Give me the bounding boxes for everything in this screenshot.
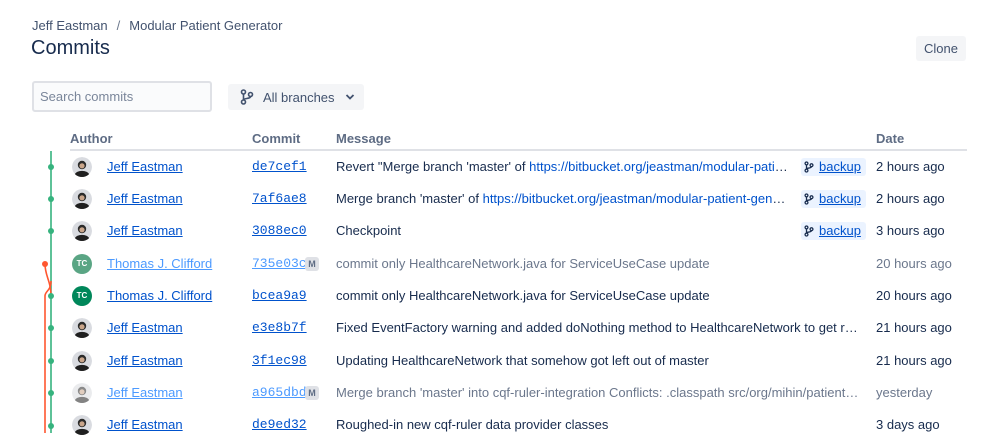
breadcrumb: Jeff Eastman / Modular Patient Generator bbox=[32, 18, 282, 33]
commit-message: commit only HealthcareNetwork.java for S… bbox=[336, 248, 859, 280]
commit-hash-link[interactable]: de9ed32 bbox=[252, 409, 307, 441]
message-url-link[interactable]: https://bitbucket.org/jeastman/modular-p… bbox=[483, 191, 791, 206]
breadcrumb-separator: / bbox=[116, 18, 121, 33]
column-header-message: Message bbox=[336, 131, 391, 146]
avatar bbox=[72, 415, 92, 435]
commit-date: 2 hours ago bbox=[876, 159, 945, 174]
author-link[interactable]: Jeff Eastman bbox=[107, 151, 183, 183]
branch-tag-label: backup bbox=[819, 191, 861, 206]
commit-date: 2 hours ago bbox=[876, 191, 945, 206]
commit-message: Checkpoint bbox=[336, 215, 791, 247]
search-commits-input[interactable] bbox=[32, 81, 212, 112]
table-row[interactable]: Jeff Eastman a965dbd M Merge branch 'master… bbox=[70, 377, 967, 409]
clone-button[interactable]: Clone bbox=[916, 36, 966, 61]
branch-filter-label: All branches bbox=[263, 89, 335, 105]
commit-message-text: Merge branch 'master' of bbox=[336, 191, 483, 206]
avatar bbox=[72, 221, 92, 241]
commit-message: Merge branch 'master' into cqf-ruler-int… bbox=[336, 377, 859, 409]
commit-message: Roughed-in new cqf-ruler data provider c… bbox=[336, 409, 859, 441]
commit-date: 20 hours ago bbox=[876, 256, 952, 271]
column-header-author: Author bbox=[70, 131, 113, 146]
table-row[interactable]: Jeff Eastman de7cef1 Revert "Merge branch … bbox=[70, 151, 967, 183]
chevron-down-icon bbox=[345, 93, 355, 101]
commit-hash-link[interactable]: bcea9a9 bbox=[252, 280, 307, 312]
commit-date: 20 hours ago bbox=[876, 288, 952, 303]
column-header-date: Date bbox=[876, 131, 905, 146]
author-link[interactable]: Jeff Eastman bbox=[107, 183, 183, 215]
commit-message: Updating HealthcareNetwork that somehow … bbox=[336, 345, 859, 377]
author-link[interactable]: Jeff Eastman bbox=[107, 377, 183, 409]
commit-message-text: Merge branch 'master' into cqf-ruler-int… bbox=[336, 385, 606, 400]
commit-message-text: Revert "Merge branch 'master' of bbox=[336, 159, 530, 174]
table-row[interactable]: Jeff Eastman de9ed32 Roughed-in new cqf-ru… bbox=[70, 409, 967, 441]
commit-hash-link[interactable]: de7cef1 bbox=[252, 151, 307, 183]
commit-hash-link[interactable]: e3e8b7f bbox=[252, 312, 307, 344]
author-link[interactable]: Jeff Eastman bbox=[107, 409, 183, 441]
commit-hash-link[interactable]: 735e03c bbox=[252, 248, 307, 280]
avatar bbox=[72, 157, 92, 177]
avatar bbox=[72, 383, 92, 403]
avatar bbox=[72, 351, 92, 371]
commit-date: 3 hours ago bbox=[876, 223, 945, 238]
commit-message-text: Fixed EventFactory warning and added doN… bbox=[336, 320, 859, 335]
commit-graph bbox=[42, 151, 54, 433]
commit-date: yesterday bbox=[876, 385, 933, 400]
branch-icon bbox=[804, 161, 819, 173]
branch-tag[interactable]: backup bbox=[801, 190, 866, 208]
commit-message: Merge branch 'master' of https://bitbuck… bbox=[336, 183, 791, 215]
commit-date: 21 hours ago bbox=[876, 353, 952, 368]
branch-tag[interactable]: backup bbox=[801, 222, 866, 240]
commit-hash-link[interactable]: 3088ec0 bbox=[252, 215, 307, 247]
author-link[interactable]: Thomas J. Clifford bbox=[107, 280, 212, 312]
branch-filter-dropdown[interactable]: All branches bbox=[228, 84, 364, 110]
avatar: TC bbox=[72, 254, 92, 274]
table-row[interactable]: TC Thomas J. Clifford bcea9a9 commit only H… bbox=[70, 280, 967, 312]
commit-hash-link[interactable]: 3f1ec98 bbox=[252, 345, 307, 377]
commit-message-text: Updating HealthcareNetwork that somehow … bbox=[336, 353, 709, 368]
commit-message-text: Checkpoint bbox=[336, 223, 402, 238]
branch-tag-label: backup bbox=[819, 223, 861, 238]
branch-icon bbox=[240, 89, 254, 105]
merge-badge: M bbox=[305, 257, 319, 271]
commit-hash-link[interactable]: a965dbd bbox=[252, 377, 307, 409]
branch-tag[interactable]: backup bbox=[801, 158, 866, 176]
message-url-link[interactable]: https://bitbucket.org/jeastman/modular-p… bbox=[529, 159, 791, 174]
author-link[interactable]: Jeff Eastman bbox=[107, 312, 183, 344]
commit-date: 3 days ago bbox=[876, 417, 940, 432]
table-row[interactable]: Jeff Eastman 3f1ec98 Updating HealthcareNe… bbox=[70, 345, 967, 377]
avatar: TC bbox=[72, 286, 92, 306]
breadcrumb-repo-link[interactable]: Modular Patient Generator bbox=[129, 18, 282, 33]
commit-date: 21 hours ago bbox=[876, 320, 952, 335]
author-link[interactable]: Jeff Eastman bbox=[107, 345, 183, 377]
table-row[interactable]: TC Thomas J. Clifford 735e03c Mcommit only … bbox=[70, 248, 967, 280]
author-link[interactable]: Thomas J. Clifford bbox=[107, 248, 212, 280]
branch-icon bbox=[804, 225, 819, 237]
avatar bbox=[72, 189, 92, 209]
branch-icon bbox=[804, 193, 819, 205]
commit-message: Fixed EventFactory warning and added doN… bbox=[336, 312, 859, 344]
commit-message-text: commit only HealthcareNetwork.java for S… bbox=[336, 256, 710, 271]
commit-message: Revert "Merge branch 'master' of https:/… bbox=[336, 151, 791, 183]
avatar bbox=[72, 318, 92, 338]
breadcrumb-owner-link[interactable]: Jeff Eastman bbox=[32, 18, 108, 33]
table-row[interactable]: Jeff Eastman e3e8b7f Fixed EventFactory wa… bbox=[70, 312, 967, 344]
commit-message-text: Roughed-in new cqf-ruler data provider c… bbox=[336, 417, 609, 432]
merge-badge: M bbox=[305, 386, 319, 400]
commit-message-extra: Conflicts: .classpath src/org/mihin/pati… bbox=[609, 385, 859, 400]
column-header-commit: Commit bbox=[252, 131, 301, 146]
commit-message: commit only HealthcareNetwork.java for S… bbox=[336, 280, 859, 312]
table-row[interactable]: Jeff Eastman 3088ec0 Checkpoint backup 3 hou… bbox=[70, 215, 967, 247]
branch-tag-label: backup bbox=[819, 159, 861, 174]
author-link[interactable]: Jeff Eastman bbox=[107, 215, 183, 247]
page-title: Commits bbox=[31, 37, 110, 59]
commit-message-text: commit only HealthcareNetwork.java for S… bbox=[336, 288, 710, 303]
table-row[interactable]: Jeff Eastman 7af6ae8 Merge branch 'master'… bbox=[70, 183, 967, 215]
commit-hash-link[interactable]: 7af6ae8 bbox=[252, 183, 307, 215]
